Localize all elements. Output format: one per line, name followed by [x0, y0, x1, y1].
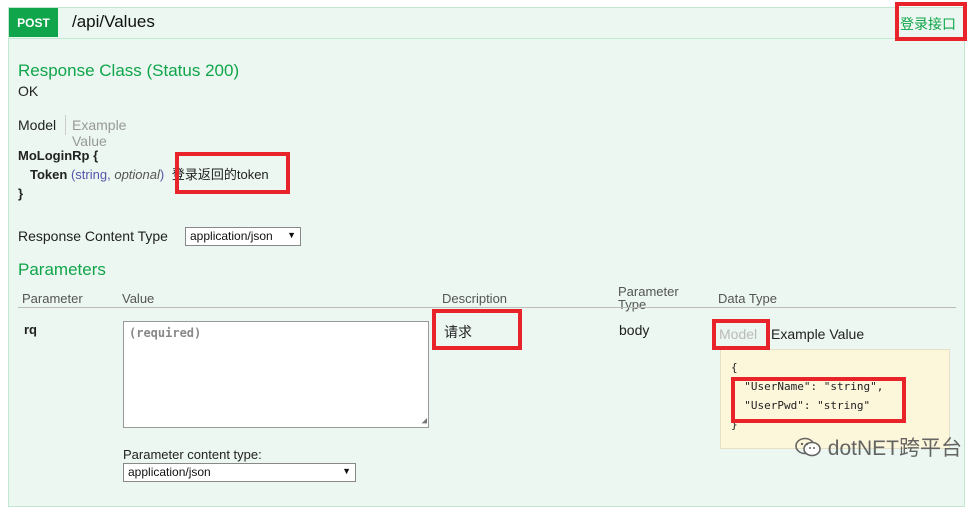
highlight-box [895, 2, 967, 41]
param-content-type-value: application/json [128, 465, 211, 479]
model-name: MoLoginRp [18, 148, 90, 163]
property-type-close: ) [159, 167, 165, 182]
table-header-divider [18, 307, 956, 308]
chevron-down-icon: ▼ [287, 230, 296, 240]
column-header-data-type: Data Type [718, 291, 778, 306]
watermark-text: dotNET跨平台 [827, 437, 962, 460]
property-type-separator: , [107, 167, 111, 182]
data-type-tab-example-value[interactable]: Example Value [771, 326, 864, 342]
endpoint-path[interactable]: /api/Values [72, 12, 155, 32]
tab-model[interactable]: Model [18, 117, 56, 133]
operation-header[interactable]: POST /api/Values 登录接口 [9, 8, 964, 39]
column-header-parameter-type-line2: Type [618, 297, 647, 312]
response-content-type-value: application/json [190, 229, 273, 243]
watermark: dotNET跨平台 [794, 432, 962, 462]
param-content-type-select[interactable]: application/json ▼ [123, 463, 356, 482]
property-name: Token [30, 167, 68, 182]
resize-grip-icon[interactable]: ◢ [422, 416, 427, 426]
highlight-box [731, 377, 906, 423]
model-close-brace: } [18, 186, 24, 201]
highlight-box [712, 319, 770, 350]
tab-divider [65, 115, 66, 135]
property-type: string [75, 167, 108, 182]
column-header-value: Value [122, 291, 155, 306]
method-badge[interactable]: POST [9, 8, 58, 37]
param-value-placeholder: (required) [129, 326, 202, 340]
param-type: body [619, 322, 650, 338]
tab-example-value[interactable]: Example Value [72, 117, 126, 149]
property-optional: optional [114, 167, 160, 182]
param-content-type-label: Parameter content type: [123, 447, 262, 462]
example-line: { [731, 361, 738, 374]
response-class-heading: Response Class (Status 200) [18, 61, 240, 80]
column-header-parameter: Parameter [22, 291, 83, 306]
response-content-type-select[interactable]: application/json ▼ [185, 227, 301, 246]
wechat-icon [794, 437, 821, 457]
response-status-text: OK [18, 83, 39, 99]
param-name: rq [24, 322, 37, 337]
parameters-heading: Parameters [18, 260, 106, 279]
model-open-brace: { [93, 148, 99, 163]
chevron-down-icon: ▼ [342, 466, 351, 476]
column-header-description: Description [442, 291, 508, 306]
highlight-box [432, 309, 522, 350]
highlight-box [175, 152, 290, 194]
param-value-textarea[interactable]: (required) ◢ [123, 321, 429, 428]
response-content-type-label: Response Content Type [18, 228, 168, 244]
